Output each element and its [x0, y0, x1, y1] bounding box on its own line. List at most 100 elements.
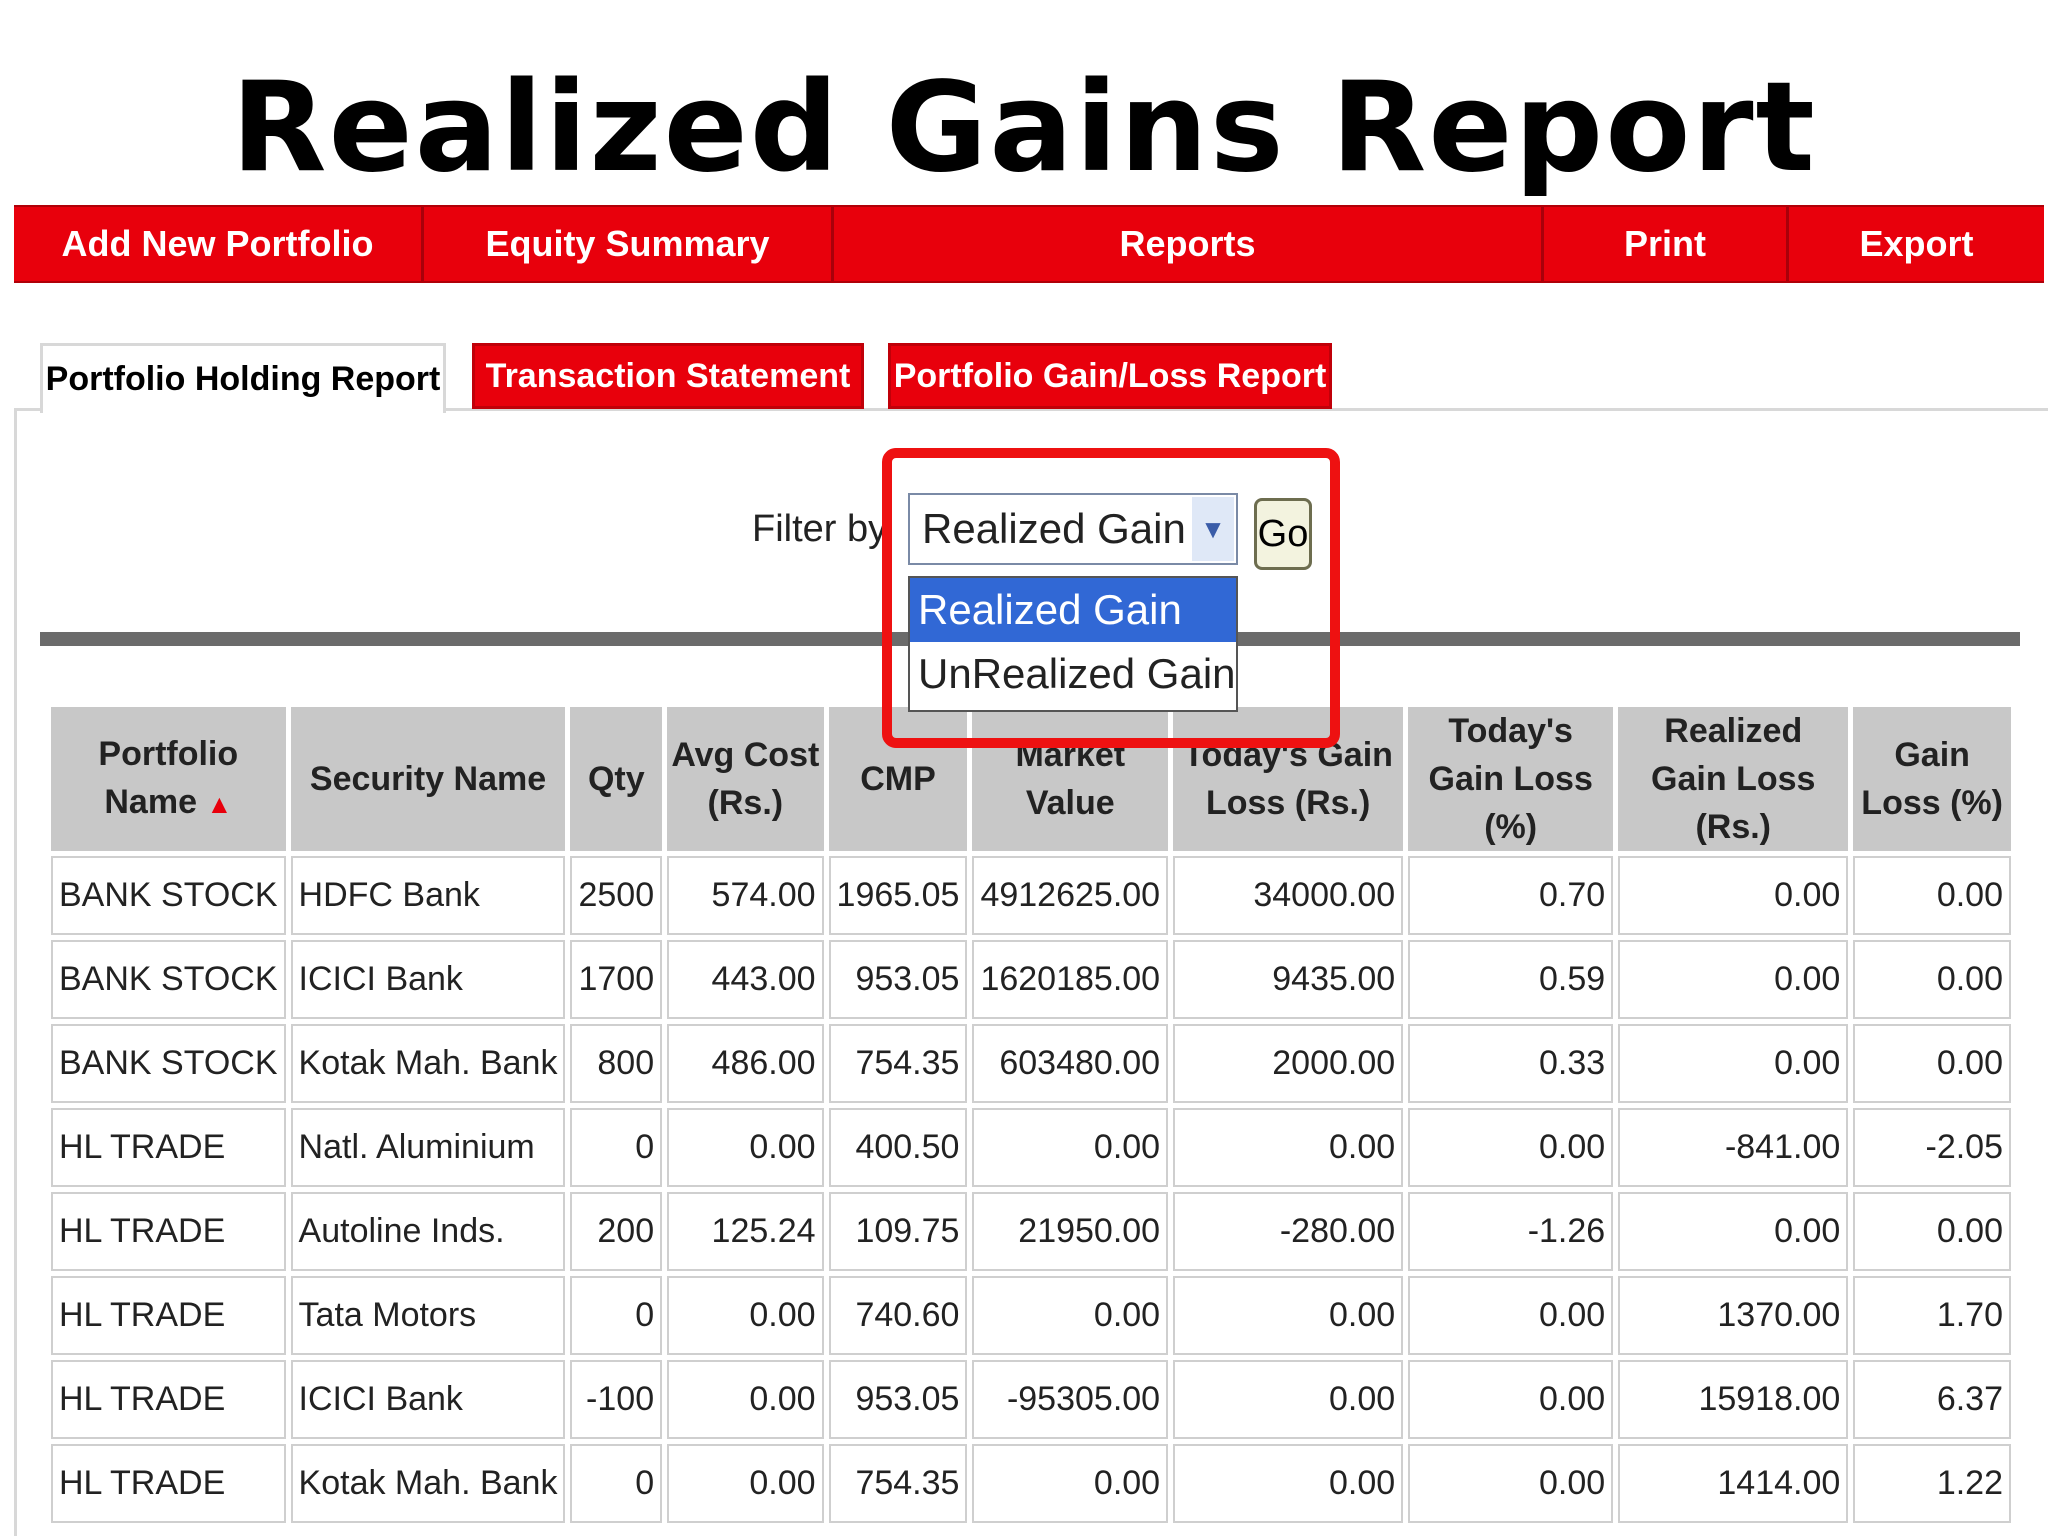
table-row[interactable]: HL TRADE ICICI Bank -100 0.00 953.05 -95305.0…	[51, 1360, 2011, 1439]
table-cell: 125.24	[667, 1192, 824, 1271]
nav-reports[interactable]: Reports	[834, 207, 1544, 281]
table-cell: 4912625.00	[972, 856, 1169, 935]
top-nav-bar: Add New Portfolio Equity Summary Reports…	[14, 205, 2044, 283]
table-cell: 2000.00	[1173, 1024, 1404, 1103]
table-cell: HL TRADE	[51, 1192, 286, 1271]
table-cell: 0.00	[1408, 1276, 1614, 1355]
table-cell: 0.00	[1853, 1192, 2011, 1271]
table-cell: 0.00	[1853, 940, 2011, 1019]
table-cell: 1.22	[1853, 1444, 2011, 1523]
table-cell: 0.59	[1408, 940, 1614, 1019]
table-cell: 0.00	[667, 1276, 824, 1355]
table-cell: 0.00	[667, 1360, 824, 1439]
table-cell: 400.50	[828, 1108, 968, 1187]
nav-export[interactable]: Export	[1789, 207, 2044, 281]
table-cell: ICICI Bank	[290, 1360, 566, 1439]
table-cell: -95305.00	[972, 1360, 1169, 1439]
table-cell: HL TRADE	[51, 1276, 286, 1355]
table-row[interactable]: HL TRADE Kotak Mah. Bank 0 0.00 754.35 0.00 0.…	[51, 1444, 2011, 1523]
table-cell: 0.00	[667, 1108, 824, 1187]
highlight-annotation-box	[882, 448, 1340, 748]
table-cell: 0.00	[1618, 856, 1849, 935]
table-cell: 34000.00	[1173, 856, 1404, 935]
table-cell: 0.00	[1853, 1024, 2011, 1103]
table-cell: 0.00	[972, 1444, 1169, 1523]
gains-table: Portfolio Name ▲ Security Name Qty Avg C…	[46, 702, 2016, 1528]
table-cell: 0.00	[1173, 1276, 1404, 1355]
sort-ascending-icon[interactable]: ▲	[206, 789, 232, 819]
table-cell: 0.00	[667, 1444, 824, 1523]
table-cell: ICICI Bank	[290, 940, 566, 1019]
table-cell: 0.00	[1173, 1444, 1404, 1523]
table-cell: 603480.00	[972, 1024, 1169, 1103]
nav-add-new-portfolio[interactable]: Add New Portfolio	[14, 207, 424, 281]
table-cell: 0.00	[1408, 1108, 1614, 1187]
table-row[interactable]: HL TRADE Autoline Inds. 200 125.24 109.75 219…	[51, 1192, 2011, 1271]
table-cell: 754.35	[828, 1444, 968, 1523]
table-cell: BANK STOCK	[51, 1024, 286, 1103]
table-row[interactable]: HL TRADE Tata Motors 0 0.00 740.60 0.00 0.00 0.…	[51, 1276, 2011, 1355]
table-cell: 0	[570, 1276, 663, 1355]
table-cell: 9435.00	[1173, 940, 1404, 1019]
column-header-gain-loss-pct[interactable]: Gain Loss (%)	[1853, 707, 2011, 851]
table-cell: 443.00	[667, 940, 824, 1019]
table-cell: 0	[570, 1108, 663, 1187]
table-cell: -841.00	[1618, 1108, 1849, 1187]
table-cell: 0.00	[1173, 1108, 1404, 1187]
table-cell: 486.00	[667, 1024, 824, 1103]
table-cell: 1414.00	[1618, 1444, 1849, 1523]
table-cell: 2500	[570, 856, 663, 935]
tab-portfolio-holding-report[interactable]: Portfolio Holding Report	[40, 343, 446, 413]
table-cell: 200	[570, 1192, 663, 1271]
tab-portfolio-gain-loss-report[interactable]: Portfolio Gain/Loss Report	[888, 343, 1332, 409]
tab-transaction-statement[interactable]: Transaction Statement	[472, 343, 864, 409]
table-cell: 21950.00	[972, 1192, 1169, 1271]
column-header-avg-cost[interactable]: Avg Cost (Rs.)	[667, 707, 824, 851]
table-cell: -280.00	[1173, 1192, 1404, 1271]
table-cell: HL TRADE	[51, 1360, 286, 1439]
page-title: Realized Gains Report	[231, 56, 1817, 200]
table-cell: Kotak Mah. Bank	[290, 1024, 566, 1103]
filter-label: Filter by	[752, 508, 888, 550]
table-cell: 1.70	[1853, 1276, 2011, 1355]
table-cell: HL TRADE	[51, 1444, 286, 1523]
table-cell: 109.75	[828, 1192, 968, 1271]
nav-print[interactable]: Print	[1544, 207, 1789, 281]
table-cell: 6.37	[1853, 1360, 2011, 1439]
column-header-portfolio-name[interactable]: Portfolio Name ▲	[51, 707, 286, 851]
table-cell: 754.35	[828, 1024, 968, 1103]
table-cell: 0.00	[972, 1108, 1169, 1187]
table-cell: 0.00	[972, 1276, 1169, 1355]
table-cell: 0.70	[1408, 856, 1614, 935]
table-cell: Natl. Aluminium	[290, 1108, 566, 1187]
table-cell: 574.00	[667, 856, 824, 935]
table-cell: -2.05	[1853, 1108, 2011, 1187]
table-row[interactable]: HL TRADE Natl. Aluminium 0 0.00 400.50 0.00 0.…	[51, 1108, 2011, 1187]
table-row[interactable]: BANK STOCK Kotak Mah. Bank 800 486.00 754.35…	[51, 1024, 2011, 1103]
table-cell: Tata Motors	[290, 1276, 566, 1355]
nav-equity-summary[interactable]: Equity Summary	[424, 207, 834, 281]
table-cell: 1700	[570, 940, 663, 1019]
table-cell: BANK STOCK	[51, 856, 286, 935]
table-row[interactable]: BANK STOCK HDFC Bank 2500 574.00 1965.05 4912…	[51, 856, 2011, 935]
table-cell: 15918.00	[1618, 1360, 1849, 1439]
table-cell: 0.00	[1408, 1444, 1614, 1523]
table-cell: 953.05	[828, 1360, 968, 1439]
table-cell: -100	[570, 1360, 663, 1439]
table-cell: 953.05	[828, 940, 968, 1019]
table-row[interactable]: BANK STOCK ICICI Bank 1700 443.00 953.05 1620…	[51, 940, 2011, 1019]
table-cell: Kotak Mah. Bank	[290, 1444, 566, 1523]
table-cell: HL TRADE	[51, 1108, 286, 1187]
column-header-todays-gain-loss-pct[interactable]: Today's Gain Loss (%)	[1408, 707, 1614, 851]
table-cell: 740.60	[828, 1276, 968, 1355]
column-header-security-name[interactable]: Security Name	[290, 707, 566, 851]
table-cell: 1965.05	[828, 856, 968, 935]
table-cell: 800	[570, 1024, 663, 1103]
table-cell: 0.00	[1618, 940, 1849, 1019]
table-cell: 0	[570, 1444, 663, 1523]
table-cell: -1.26	[1408, 1192, 1614, 1271]
table-cell: 0.33	[1408, 1024, 1614, 1103]
table-cell: 1370.00	[1618, 1276, 1849, 1355]
column-header-realized-gain-loss-rs[interactable]: Realized Gain Loss (Rs.)	[1618, 707, 1849, 851]
column-header-qty[interactable]: Qty	[570, 707, 663, 851]
